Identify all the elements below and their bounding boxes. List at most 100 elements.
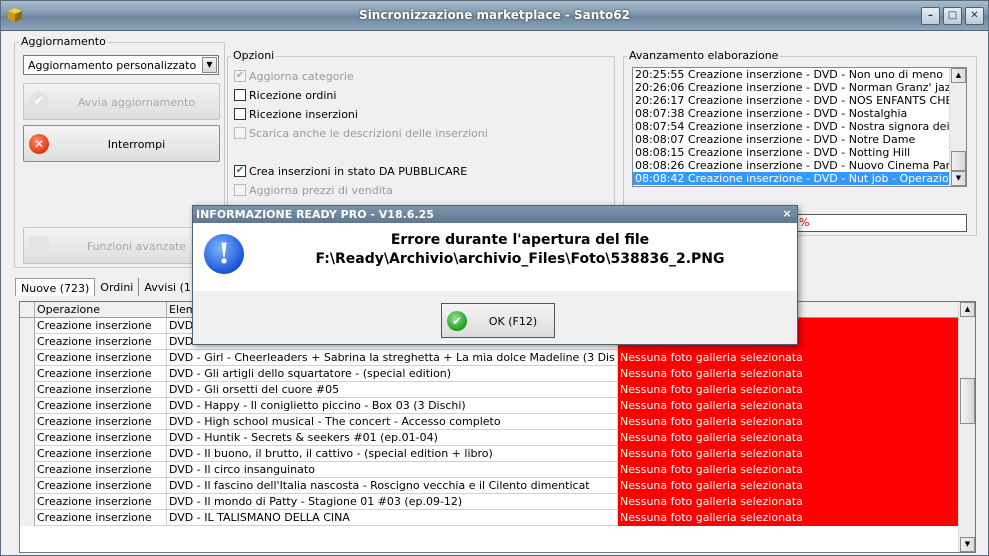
cell-operazione: Creazione inserzione: [35, 382, 167, 398]
avvia-label: Avvia aggiornamento: [77, 96, 196, 109]
checkbox[interactable]: [234, 108, 246, 120]
scroll-down-icon[interactable]: ▼: [960, 537, 975, 552]
cell-messaggio: Nessuna foto galleria selezionata: [618, 398, 960, 414]
log-scrollbar[interactable]: ▲ ▼: [949, 68, 966, 186]
dialog-close-icon[interactable]: ×: [780, 207, 794, 221]
ricezione-inserzioni-option[interactable]: Ricezione inserzioni: [234, 106, 358, 122]
cell-messaggio: Nessuna foto galleria selezionata: [618, 446, 960, 462]
log-line[interactable]: 08:08:07 Creazione inserzione - DVD - No…: [633, 133, 951, 146]
table-row[interactable]: Creazione inserzione DVD - Gli orsetti de…: [20, 382, 960, 398]
table-row[interactable]: Creazione inserzione DVD - Il fascino del…: [20, 478, 960, 494]
checkbox[interactable]: ✔: [234, 70, 246, 82]
avanzamento-label: Avanzamento elaborazione: [627, 49, 781, 62]
log-line[interactable]: 20:26:17 Creazione inserzione - DVD - NO…: [633, 94, 951, 107]
main-panel: Aggiornamento Aggiornamento personalizza…: [1, 32, 988, 555]
log-line[interactable]: 08:08:26 Creazione inserzione - DVD - Nu…: [633, 159, 951, 172]
cell-messaggio: Nessuna foto galleria selezionata: [618, 382, 960, 398]
table-row[interactable]: Creazione inserzione DVD - High school mu…: [20, 414, 960, 430]
tab-ordini[interactable]: Ordini: [95, 278, 140, 296]
row-indicator: [20, 398, 35, 414]
checkbox[interactable]: [234, 127, 246, 139]
scroll-up-icon[interactable]: ▲: [960, 302, 975, 317]
row-indicator: [20, 510, 35, 526]
message-line-2: F:\Ready\Archivio\archivio_Files\Foto\53…: [315, 251, 725, 267]
log-line-selected[interactable]: 08:08:42 Creazione inserzione - DVD - Nu…: [633, 172, 951, 185]
cell-operazione: Creazione inserzione: [35, 478, 167, 494]
interrompi-label: Interrompi: [107, 138, 166, 151]
cell-messaggio: Nessuna foto galleria selezionata: [618, 366, 960, 382]
scroll-up-icon[interactable]: ▲: [951, 68, 966, 83]
scarica-descrizioni-option[interactable]: Scarica anche le descrizioni delle inser…: [234, 125, 488, 141]
info-dialog: INFORMAZIONE READY PRO - V18.6.25 × ! Er…: [192, 205, 798, 345]
row-indicator: [20, 494, 35, 510]
dialog-body: ! Errore durante l'apertura del file F:\…: [193, 223, 797, 291]
maximize-button[interactable]: □: [943, 7, 962, 25]
minimize-button[interactable]: –: [921, 7, 940, 25]
checkbox[interactable]: [234, 184, 246, 196]
close-button[interactable]: ✕: [965, 7, 984, 25]
check-circle-icon: ✔: [29, 92, 49, 112]
aggiorna-categorie-option[interactable]: ✔ Aggiorna categorie: [234, 68, 354, 84]
table-row[interactable]: Creazione inserzione DVD - Huntik - Secre…: [20, 430, 960, 446]
table-row[interactable]: Creazione inserzione DVD - Happy - Il con…: [20, 398, 960, 414]
log-line[interactable]: 08:08:15 Creazione inserzione - DVD - No…: [633, 146, 951, 159]
log-line[interactable]: 20:25:55 Creazione inserzione - DVD - No…: [633, 68, 951, 81]
cell-elemento: DVD - Il circo insanguinato: [167, 462, 618, 478]
interrompi-button[interactable]: ✕ Interrompi: [23, 125, 220, 162]
cell-messaggio: Nessuna foto galleria selezionata: [618, 510, 960, 526]
tab-bar: Nuove (723) Ordini Avvisi (1): [15, 278, 202, 298]
window-title: Sincronizzazione marketplace - Santo62: [359, 8, 630, 22]
scroll-thumb[interactable]: [960, 378, 975, 424]
exclamation-info-icon: !: [204, 234, 244, 274]
cell-operazione: Creazione inserzione: [35, 318, 167, 334]
header-operazione[interactable]: Operazione: [35, 302, 167, 318]
cell-elemento: DVD - Happy - Il coniglietto piccino - B…: [167, 398, 618, 414]
aggiorna-prezzi-option[interactable]: Aggiorna prezzi di vendita: [234, 182, 393, 198]
cell-messaggio: Nessuna foto galleria selezionata: [618, 462, 960, 478]
table-row[interactable]: Creazione inserzione DVD - IL TALISMANO D…: [20, 510, 960, 526]
log-line[interactable]: 08:07:54 Creazione inserzione - DVD - No…: [633, 120, 951, 133]
funzioni-avanzate-button[interactable]: Funzioni avanzate: [23, 227, 220, 264]
table-row[interactable]: Creazione inserzione DVD - Gli artigli de…: [20, 366, 960, 382]
option-label: Aggiorna categorie: [249, 69, 354, 83]
ok-button[interactable]: ✔ OK (F12): [441, 303, 555, 338]
message-line-1: Errore durante l'apertura del file: [390, 232, 650, 248]
table-row[interactable]: Creazione inserzione DVD - Il mondo di Pa…: [20, 494, 960, 510]
ricezione-ordini-option[interactable]: Ricezione ordini: [234, 87, 336, 103]
cell-operazione: Creazione inserzione: [35, 334, 167, 350]
avvia-aggiornamento-button[interactable]: ✔ Avvia aggiornamento: [23, 83, 220, 120]
cell-elemento: DVD - IL TALISMANO DELLA CINA: [167, 510, 618, 526]
row-indicator: [20, 350, 35, 366]
tools-icon: [29, 236, 49, 256]
grid-scrollbar[interactable]: ▲ ▼: [958, 302, 975, 552]
option-label: Ricezione ordini: [249, 88, 337, 102]
table-row[interactable]: Creazione inserzione DVD - Il buono, il b…: [20, 446, 960, 462]
cell-operazione: Creazione inserzione: [35, 398, 167, 414]
log-list[interactable]: 20:25:55 Creazione inserzione - DVD - No…: [632, 67, 967, 187]
cell-messaggio: Nessuna foto galleria selezionata: [618, 350, 960, 366]
scroll-thumb[interactable]: [951, 151, 966, 171]
chevron-down-icon[interactable]: ▼: [202, 57, 217, 73]
table-row[interactable]: Creazione inserzione DVD - Girl - Cheerle…: [20, 350, 960, 366]
row-indicator: [20, 462, 35, 478]
log-line[interactable]: 08:07:38 Creazione inserzione - DVD - No…: [633, 107, 951, 120]
update-type-combo[interactable]: Aggiornamento personalizzato ▼: [23, 55, 219, 75]
scroll-down-icon[interactable]: ▼: [951, 171, 966, 186]
opzioni-label: Opzioni: [231, 49, 277, 62]
cell-elemento: DVD - Il fascino dell'Italia nascosta - …: [167, 478, 618, 494]
row-indicator: [20, 334, 35, 350]
dialog-title: INFORMAZIONE READY PRO - V18.6.25: [193, 206, 797, 223]
tab-nuove[interactable]: Nuove (723): [15, 278, 96, 296]
crea-inserzioni-option[interactable]: ✔ Crea inserzioni in stato DA PUBBLICARE: [234, 163, 467, 179]
cell-elemento: DVD - High school musical - The concert …: [167, 414, 618, 430]
cell-elemento: DVD - Gli artigli dello squartatore - (s…: [167, 366, 618, 382]
cell-messaggio: Nessuna foto galleria selezionata: [618, 430, 960, 446]
row-indicator: [20, 414, 35, 430]
cell-elemento: DVD - Gli orsetti del cuore #05: [167, 382, 618, 398]
checkbox[interactable]: ✔: [234, 165, 246, 177]
table-row[interactable]: Creazione inserzione DVD - Il circo insan…: [20, 462, 960, 478]
ok-label: OK (F12): [488, 315, 538, 328]
checkbox[interactable]: [234, 89, 246, 101]
log-line[interactable]: 20:26:06 Creazione inserzione - DVD - No…: [633, 81, 951, 94]
cell-operazione: Creazione inserzione: [35, 446, 167, 462]
